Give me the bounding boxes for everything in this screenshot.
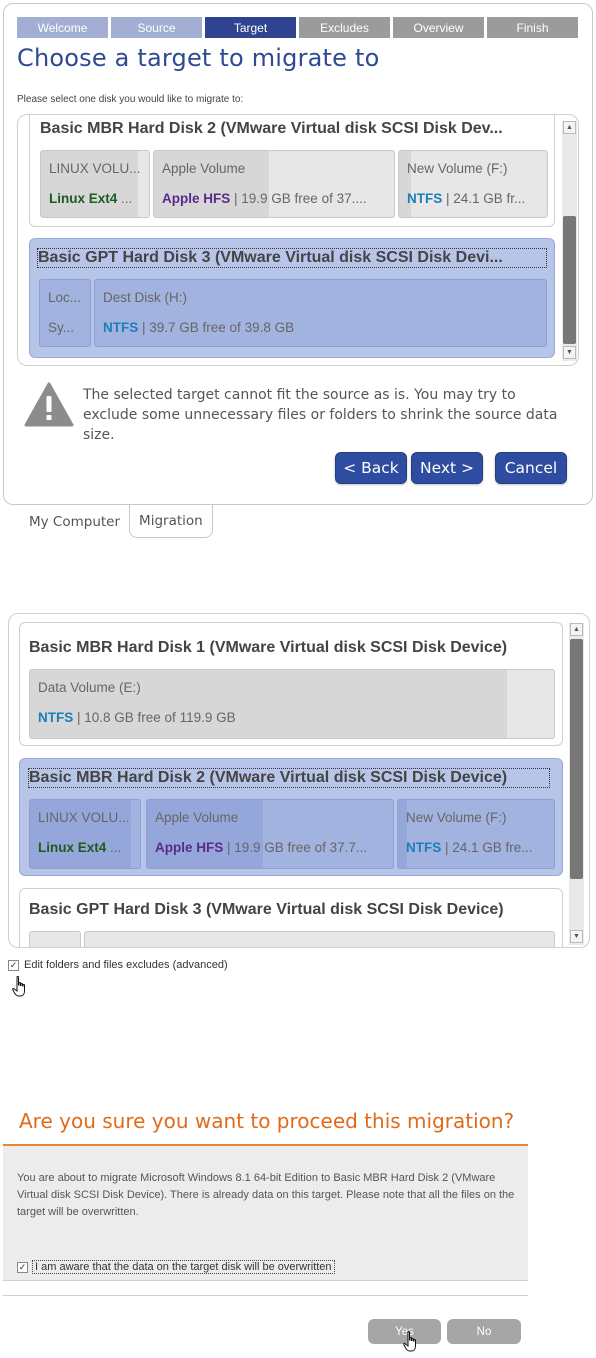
no-button[interactable]: No [447, 1319, 521, 1344]
step-finish: Finish [487, 17, 578, 38]
page-title: Choose a target to migrate to [17, 44, 380, 72]
volume-name: Apple Volume [162, 161, 246, 176]
volume-name: New Volume (F:) [406, 810, 507, 825]
volume-info: | 24.1 GB fre... [441, 840, 533, 855]
disk-card-mbr-1[interactable]: Basic MBR Hard Disk 1 (VMware Virtual di… [19, 622, 563, 746]
migration-wizard: Welcome Source Target Excludes Overview … [3, 3, 593, 505]
confirm-migration-dialog: Are you sure you want to proceed this mi… [3, 1100, 528, 1358]
tab-migration[interactable]: Migration [129, 505, 213, 538]
warning-icon [24, 382, 74, 427]
disk-card-gpt-3[interactable]: Basic GPT Hard Disk 3 (VMware Virtual di… [29, 238, 555, 358]
filesystem-label: Apple HFS [155, 840, 224, 855]
filesystem-label: Linux Ext4 [49, 191, 118, 206]
overwrite-acknowledge-label[interactable]: I am aware that the data on the target d… [32, 1260, 335, 1274]
volume-info: | 39.7 GB free of 39.8 GB [138, 320, 295, 335]
volume-info: | 10.8 GB free of 119.9 GB [73, 710, 236, 725]
step-overview: Overview [393, 17, 484, 38]
scroll-up-icon[interactable]: ▲ [570, 623, 583, 636]
volume-local-system[interactable] [29, 931, 81, 947]
tab-my-computer[interactable]: My Computer [20, 505, 129, 538]
volume-dest-disk-h[interactable] [84, 931, 555, 947]
volume-name: New Volume (F:) [407, 161, 508, 176]
edit-excludes-label[interactable]: Edit folders and files excludes (advance… [24, 959, 228, 971]
edit-excludes-checkbox[interactable]: ✓ [8, 959, 19, 971]
volume-info: ... [106, 840, 122, 855]
wizard-steps: Welcome Source Target Excludes Overview … [17, 17, 578, 38]
scroll-up-icon[interactable]: ▲ [563, 121, 576, 134]
bottom-tabs: My Computer Migration [20, 505, 213, 538]
disk-card-mbr-2[interactable]: Basic MBR Hard Disk 2 (VMware Virtual di… [29, 115, 555, 227]
scroll-down-icon[interactable]: ▼ [570, 930, 583, 943]
overwrite-acknowledge-checkbox[interactable]: ✓ [17, 1261, 28, 1273]
dialog-message: You are about to migrate Microsoft Windo… [17, 1172, 515, 1218]
step-excludes: Excludes [299, 17, 390, 38]
disk-card-gpt-3[interactable]: Basic GPT Hard Disk 3 (VMware Virtual di… [19, 888, 563, 947]
scrollbar-thumb[interactable] [570, 639, 583, 879]
step-welcome: Welcome [17, 17, 108, 38]
filesystem-label: Apple HFS [162, 191, 231, 206]
volume-linux[interactable]: LINUX VOLU... Linux Ext4 ... [29, 799, 141, 869]
next-button[interactable]: Next > [411, 452, 483, 484]
step-target: Target [205, 17, 296, 38]
disk-list-scrollbar[interactable]: ▲ ▼ [562, 121, 577, 361]
page-subtitle: Please select one disk you would like to… [17, 94, 244, 105]
volume-apple[interactable]: Apple Volume Apple HFS | 19.9 GB free of… [153, 150, 395, 218]
filesystem-label: NTFS [38, 710, 74, 725]
disk-title: Basic MBR Hard Disk 2 (VMware Virtual di… [28, 768, 550, 788]
disk-card-mbr-2[interactable]: Basic MBR Hard Disk 2 (VMware Virtual di… [19, 758, 563, 876]
target-disk-list: Basic MBR Hard Disk 2 (VMware Virtual di… [17, 114, 579, 366]
disk-title: Basic MBR Hard Disk 2 (VMware Virtual di… [40, 120, 503, 137]
volume-info: Sy... [48, 320, 75, 335]
volume-info: | 19.9 GB free of 37.... [230, 191, 367, 206]
volume-linux[interactable]: LINUX VOLU... Linux Ext4 ... [40, 150, 150, 218]
disk-title: Basic GPT Hard Disk 3 (VMware Virtual di… [37, 248, 547, 268]
volume-info: | 24.1 GB fr... [442, 191, 526, 206]
disk-list-scrollbar[interactable]: ▲ ▼ [569, 623, 584, 945]
volume-name: Loc... [48, 290, 82, 305]
back-button[interactable]: < Back [335, 452, 407, 484]
disk-title: Basic MBR Hard Disk 1 (VMware Virtual di… [29, 639, 508, 656]
volume-data-e[interactable]: Data Volume (E:) NTFS | 10.8 GB free of … [29, 669, 555, 739]
disk-title: Basic GPT Hard Disk 3 (VMware Virtual di… [29, 901, 504, 918]
volume-new-f[interactable]: New Volume (F:) NTFS | 24.1 GB fre... [397, 799, 555, 869]
edit-excludes-option[interactable]: ✓ Edit folders and files excludes (advan… [8, 959, 228, 971]
dialog-footer-divider [3, 1295, 528, 1296]
volume-name: Data Volume (E:) [38, 680, 141, 695]
volume-apple[interactable]: Apple Volume Apple HFS | 19.9 GB free of… [146, 799, 394, 869]
hand-pointer-icon [403, 1331, 416, 1352]
cancel-button[interactable]: Cancel [495, 452, 567, 484]
hand-pointer-icon [12, 976, 25, 997]
volume-name: LINUX VOLU... [49, 161, 141, 176]
filesystem-label: Linux Ext4 [38, 840, 107, 855]
volume-name: Apple Volume [155, 810, 239, 825]
filesystem-label: NTFS [406, 840, 442, 855]
dialog-title: Are you sure you want to proceed this mi… [19, 1109, 515, 1133]
volume-info: | 19.9 GB free of 37.7... [223, 840, 368, 855]
source-disk-list: Basic MBR Hard Disk 1 (VMware Virtual di… [8, 613, 590, 948]
scroll-down-icon[interactable]: ▼ [563, 346, 576, 359]
volume-name: LINUX VOLU... [38, 810, 130, 825]
volume-new-f[interactable]: New Volume (F:) NTFS | 24.1 GB fr... [398, 150, 548, 218]
filesystem-label: NTFS [407, 191, 443, 206]
volume-dest-disk-h[interactable]: Dest Disk (H:) NTFS | 39.7 GB free of 39… [94, 279, 547, 347]
volume-name: Dest Disk (H:) [103, 290, 187, 305]
volume-info: ... [117, 191, 133, 206]
step-source: Source [111, 17, 202, 38]
filesystem-label: NTFS [103, 320, 139, 335]
warning-message: The selected target cannot fit the sourc… [83, 387, 558, 443]
overwrite-acknowledge-option[interactable]: ✓ I am aware that the data on the target… [17, 1260, 335, 1274]
volume-local-system[interactable]: Loc... Sy... [39, 279, 91, 347]
scrollbar-thumb[interactable] [563, 216, 576, 344]
